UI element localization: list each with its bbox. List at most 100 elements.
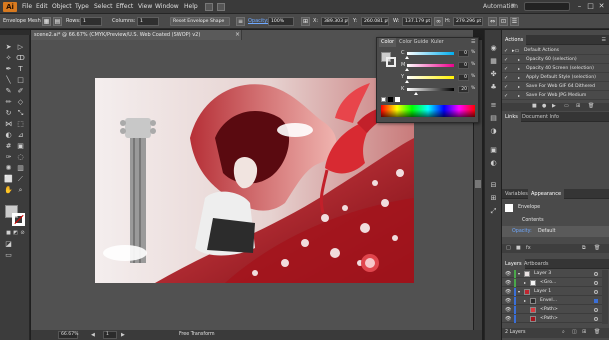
artboard-canvas[interactable] bbox=[95, 78, 414, 283]
layer-row-layer-1[interactable]: 👁 ▾ Layer 1 bbox=[502, 288, 602, 296]
edit-contents-icon[interactable]: ▤ bbox=[53, 17, 62, 26]
isolate-icon[interactable]: ⊡ bbox=[499, 17, 508, 26]
panel-menu-icon[interactable]: ☰ bbox=[602, 37, 606, 43]
slider-k-track[interactable] bbox=[407, 88, 454, 91]
black-swatch[interactable] bbox=[388, 97, 393, 102]
new-layer-icon[interactable]: ⊞ bbox=[582, 329, 586, 335]
checkmark-icon[interactable]: ✓ bbox=[504, 47, 508, 55]
slider-c-track[interactable] bbox=[407, 52, 454, 55]
stop-icon[interactable]: ■ bbox=[532, 103, 537, 109]
expand-icon[interactable]: ▾ bbox=[518, 288, 520, 296]
paintbrush-icon[interactable]: ✎ bbox=[3, 87, 14, 96]
draw-mode-icon[interactable]: ◪ bbox=[3, 240, 14, 249]
tab-appearance[interactable]: Appearance bbox=[528, 189, 565, 199]
locate-object-icon[interactable]: ⌕ bbox=[562, 329, 565, 335]
pen-tool-icon[interactable]: ✒ bbox=[3, 65, 14, 74]
bridge-icon[interactable] bbox=[205, 3, 213, 11]
target-icon[interactable] bbox=[594, 308, 598, 312]
first-artboard-icon[interactable]: ◀ bbox=[91, 332, 95, 338]
artboard-number-field[interactable]: 1 bbox=[103, 331, 117, 339]
slider-y-value[interactable]: 0 bbox=[458, 74, 469, 81]
x-field[interactable]: 389.303 pt bbox=[321, 17, 349, 26]
perspective-grid-icon[interactable]: ⊿ bbox=[15, 131, 26, 140]
tab-artboards[interactable]: Artboards bbox=[521, 259, 551, 269]
scrollbar-thumb[interactable] bbox=[475, 180, 481, 188]
slider-y-knob[interactable] bbox=[405, 80, 409, 83]
graphic-styles-panel-icon[interactable]: ▣ bbox=[488, 145, 499, 155]
opacity-label[interactable]: Opacity: bbox=[248, 18, 269, 24]
eye-icon[interactable]: 👁 bbox=[505, 288, 511, 296]
clipping-mask-icon[interactable]: ◫ bbox=[572, 329, 577, 335]
checkmark-icon[interactable]: ✓ bbox=[504, 83, 508, 91]
menu-help[interactable]: Help bbox=[184, 3, 198, 10]
add-stroke-icon[interactable]: □ bbox=[506, 245, 511, 251]
artboard-tool-icon[interactable]: ⬜ bbox=[3, 175, 14, 184]
document-tab[interactable]: scene2.ai* @ 66.67% (CMYK/Preview/U.S. W… bbox=[31, 30, 242, 40]
maximize-button[interactable]: □ bbox=[586, 2, 595, 11]
gradient-tool-icon[interactable]: ▣ bbox=[15, 142, 26, 151]
swatches-panel-icon[interactable]: ▦ bbox=[488, 56, 499, 66]
fx-icon[interactable]: fx bbox=[526, 245, 531, 251]
symbols-panel-icon[interactable]: ♣ bbox=[488, 82, 499, 92]
brushes-panel-icon[interactable]: ✤ bbox=[488, 69, 499, 79]
eyedropper-icon[interactable]: ✑ bbox=[3, 153, 14, 162]
chevron-down-icon[interactable]: ▼ bbox=[511, 3, 515, 9]
eye-icon[interactable]: 👁 bbox=[505, 297, 511, 305]
play-icon[interactable]: ▶ bbox=[552, 103, 556, 109]
line-tool-icon[interactable]: ╲ bbox=[3, 76, 14, 85]
close-tab-icon[interactable]: × bbox=[235, 30, 240, 40]
y-field[interactable]: 260.081 pt bbox=[361, 17, 389, 26]
menu-select[interactable]: Select bbox=[94, 3, 113, 10]
checkmark-icon[interactable]: ✓ bbox=[504, 56, 508, 64]
close-button[interactable]: ✕ bbox=[597, 2, 606, 11]
target-icon[interactable] bbox=[594, 290, 598, 294]
blob-brush-icon[interactable]: ✏ bbox=[3, 98, 14, 107]
search-input[interactable] bbox=[524, 2, 570, 11]
h-field[interactable]: 279.296 pt bbox=[453, 17, 483, 26]
pencil-icon[interactable]: ✐ bbox=[15, 87, 26, 96]
rows-field[interactable]: 1 bbox=[80, 17, 102, 26]
action-row[interactable]: ✓ ▸ Save For Web JPG Medium bbox=[502, 92, 609, 100]
status-current-tool[interactable]: Free Transform bbox=[179, 332, 215, 337]
slider-c-value[interactable]: 0 bbox=[458, 50, 469, 57]
action-row[interactable]: ✓ ▸ Opacity 60 (selection) bbox=[502, 56, 609, 64]
magic-wand-icon[interactable]: ✧ bbox=[3, 54, 14, 63]
menu-object[interactable]: Object bbox=[52, 3, 72, 10]
target-icon[interactable] bbox=[594, 272, 598, 276]
expand-icon[interactable]: ▸ bbox=[518, 56, 520, 64]
appearance-contents-row[interactable]: Contents bbox=[502, 215, 609, 226]
new-set-icon[interactable]: ▭ bbox=[564, 103, 569, 109]
tools-panel-grip[interactable] bbox=[0, 30, 30, 35]
action-row[interactable]: ✓ ▸ Apply Default Style (selection) bbox=[502, 74, 609, 82]
trash-icon[interactable]: 🗑 bbox=[588, 103, 594, 109]
selection-tool-icon[interactable]: ➤ bbox=[3, 43, 14, 52]
stroke-panel-icon[interactable]: ≡ bbox=[488, 100, 499, 110]
blend-tool-icon[interactable]: ◌ bbox=[15, 153, 26, 162]
rectangle-tool-icon[interactable]: □ bbox=[15, 76, 26, 85]
free-transform-icon[interactable]: ⬚ bbox=[15, 120, 26, 129]
layer-row-envelope[interactable]: 👁 ▸ Envel... bbox=[502, 297, 602, 305]
screen-mode-icon[interactable]: ▭ bbox=[3, 251, 14, 260]
eye-icon[interactable]: 👁 bbox=[505, 270, 511, 278]
menu-edit[interactable]: Edit bbox=[36, 3, 48, 10]
columns-field[interactable]: 1 bbox=[137, 17, 159, 26]
color-panel-icon[interactable]: ◉ bbox=[488, 43, 499, 53]
pathfinder-panel-icon[interactable]: ⊞ bbox=[488, 193, 499, 203]
slider-k-value[interactable]: 20 bbox=[458, 86, 469, 93]
tab-variables[interactable]: Variables bbox=[502, 189, 531, 199]
appearance-opacity-label[interactable]: Opacity: bbox=[512, 226, 532, 237]
graph-tool-icon[interactable]: ▥ bbox=[15, 164, 26, 173]
selection-indicator[interactable] bbox=[594, 299, 598, 303]
none-mode-icon[interactable]: ⊘ bbox=[17, 229, 28, 238]
opacity-link[interactable]: Opacity: bbox=[248, 18, 269, 24]
layer-row-group[interactable]: 👁 ▸ <Gro... bbox=[502, 279, 602, 287]
action-set-row[interactable]: ✓ ▸▭ Default Actions bbox=[502, 47, 609, 55]
slider-m-value[interactable]: 0 bbox=[458, 62, 469, 69]
eye-icon[interactable]: 👁 bbox=[505, 279, 511, 287]
expand-icon[interactable]: ▸ bbox=[518, 83, 520, 91]
menu-type[interactable]: Type bbox=[75, 3, 89, 10]
none-swatch[interactable] bbox=[381, 97, 386, 102]
tab-actions[interactable]: Actions bbox=[502, 35, 527, 45]
envelope-options-icon[interactable]: ≡ bbox=[236, 17, 245, 26]
slider-m-knob[interactable] bbox=[405, 68, 409, 71]
